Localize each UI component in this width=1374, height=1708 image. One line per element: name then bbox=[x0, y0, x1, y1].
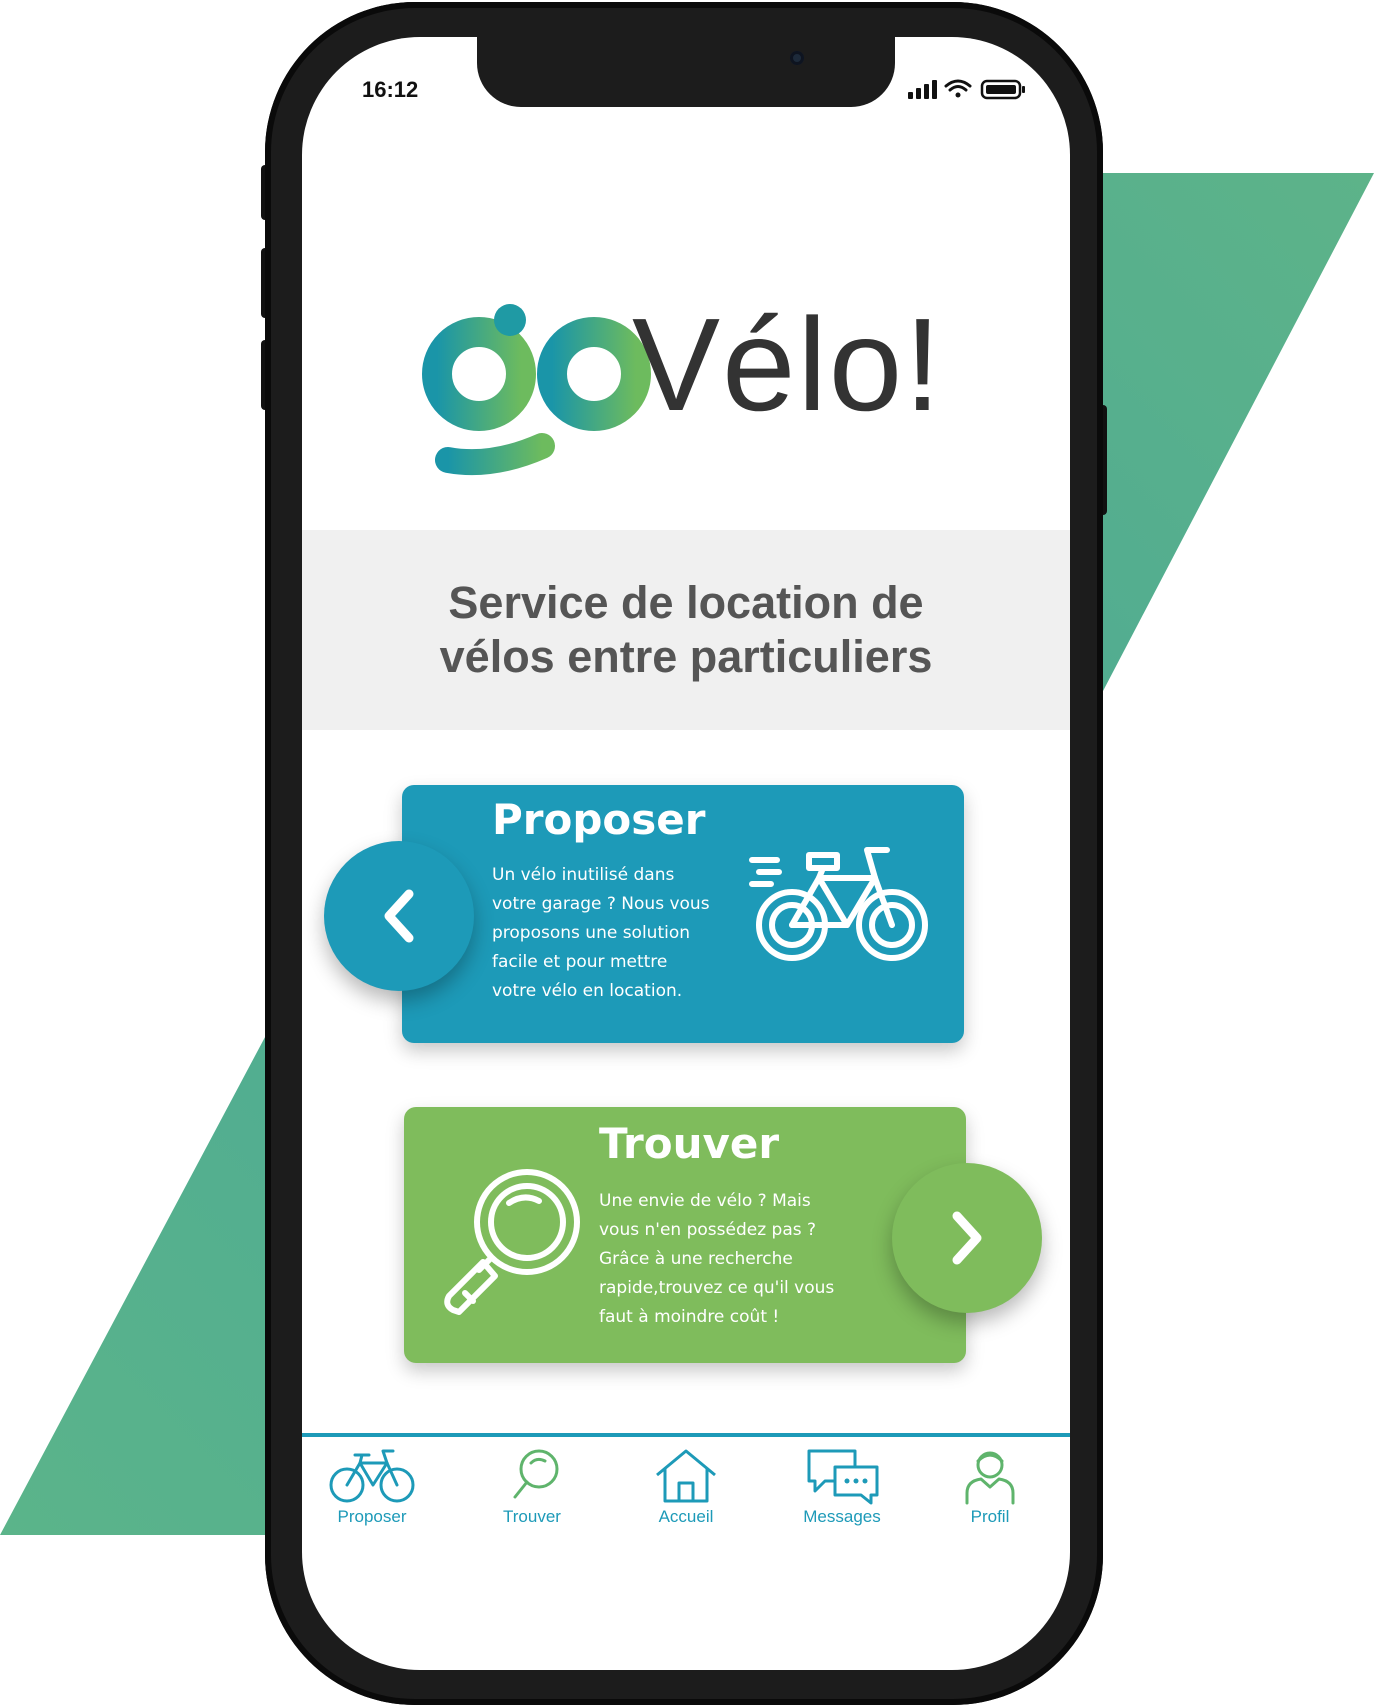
tagline-line-2: vélos entre particuliers bbox=[439, 631, 933, 682]
proposer-description: Un vélo inutilisé dans votre garage ? No… bbox=[492, 865, 710, 1001]
nav-label-accueil: Accueil bbox=[658, 1507, 714, 1526]
tagline-text: Service de location de vélos entre parti… bbox=[440, 576, 933, 684]
trouver-card[interactable]: Trouver Une envie de vélo ? Mais vous n'… bbox=[404, 1107, 966, 1363]
signal-icon bbox=[908, 80, 937, 99]
nav-label-profil: Profil bbox=[970, 1507, 1010, 1526]
phone-notch bbox=[477, 37, 895, 107]
camera-icon bbox=[790, 51, 804, 65]
search-icon bbox=[513, 1449, 559, 1499]
proposer-arrow-button[interactable] bbox=[324, 841, 474, 991]
chevron-left-icon bbox=[384, 889, 414, 943]
bicycle-icon bbox=[749, 847, 928, 961]
trouver-arrow-button[interactable] bbox=[892, 1163, 1042, 1313]
proposer-card[interactable]: Proposer Un vélo inutilisé dans votre ga… bbox=[402, 785, 964, 1043]
nav-item-trouver[interactable]: Trouver bbox=[472, 1447, 592, 1527]
nav-item-profil[interactable]: Profil bbox=[930, 1447, 1050, 1527]
phone-screen: 16:12 Vélo! Service de location de vélos… bbox=[302, 37, 1070, 1670]
status-time: 16:12 bbox=[362, 77, 419, 102]
magnifier-icon bbox=[444, 1169, 580, 1315]
messages-icon bbox=[807, 1449, 879, 1505]
nav-item-proposer[interactable]: Proposer bbox=[312, 1447, 432, 1527]
proposer-title: Proposer bbox=[492, 795, 706, 844]
profile-icon bbox=[965, 1451, 1015, 1505]
bicycle-icon bbox=[329, 1449, 415, 1503]
battery-icon bbox=[980, 79, 1025, 100]
tagline-band: Service de location de vélos entre parti… bbox=[302, 530, 1070, 730]
nav-item-messages[interactable]: Messages bbox=[782, 1447, 902, 1527]
nav-label-proposer: Proposer bbox=[337, 1507, 407, 1526]
wifi-icon bbox=[944, 79, 972, 98]
logo-velo-text: Vélo! bbox=[632, 291, 943, 438]
trouver-description: Une envie de vélo ? Mais vous n'en possé… bbox=[599, 1191, 835, 1327]
trouver-title: Trouver bbox=[599, 1119, 780, 1168]
bottom-nav-divider bbox=[302, 1433, 1070, 1437]
nav-item-accueil[interactable]: Accueil bbox=[626, 1447, 746, 1527]
home-icon bbox=[656, 1449, 716, 1503]
tagline-line-1: Service de location de bbox=[448, 577, 924, 628]
chevron-right-icon bbox=[952, 1211, 982, 1265]
nav-label-messages: Messages bbox=[803, 1507, 881, 1526]
status-icons bbox=[908, 79, 1025, 100]
nav-label-trouver: Trouver bbox=[503, 1507, 561, 1526]
